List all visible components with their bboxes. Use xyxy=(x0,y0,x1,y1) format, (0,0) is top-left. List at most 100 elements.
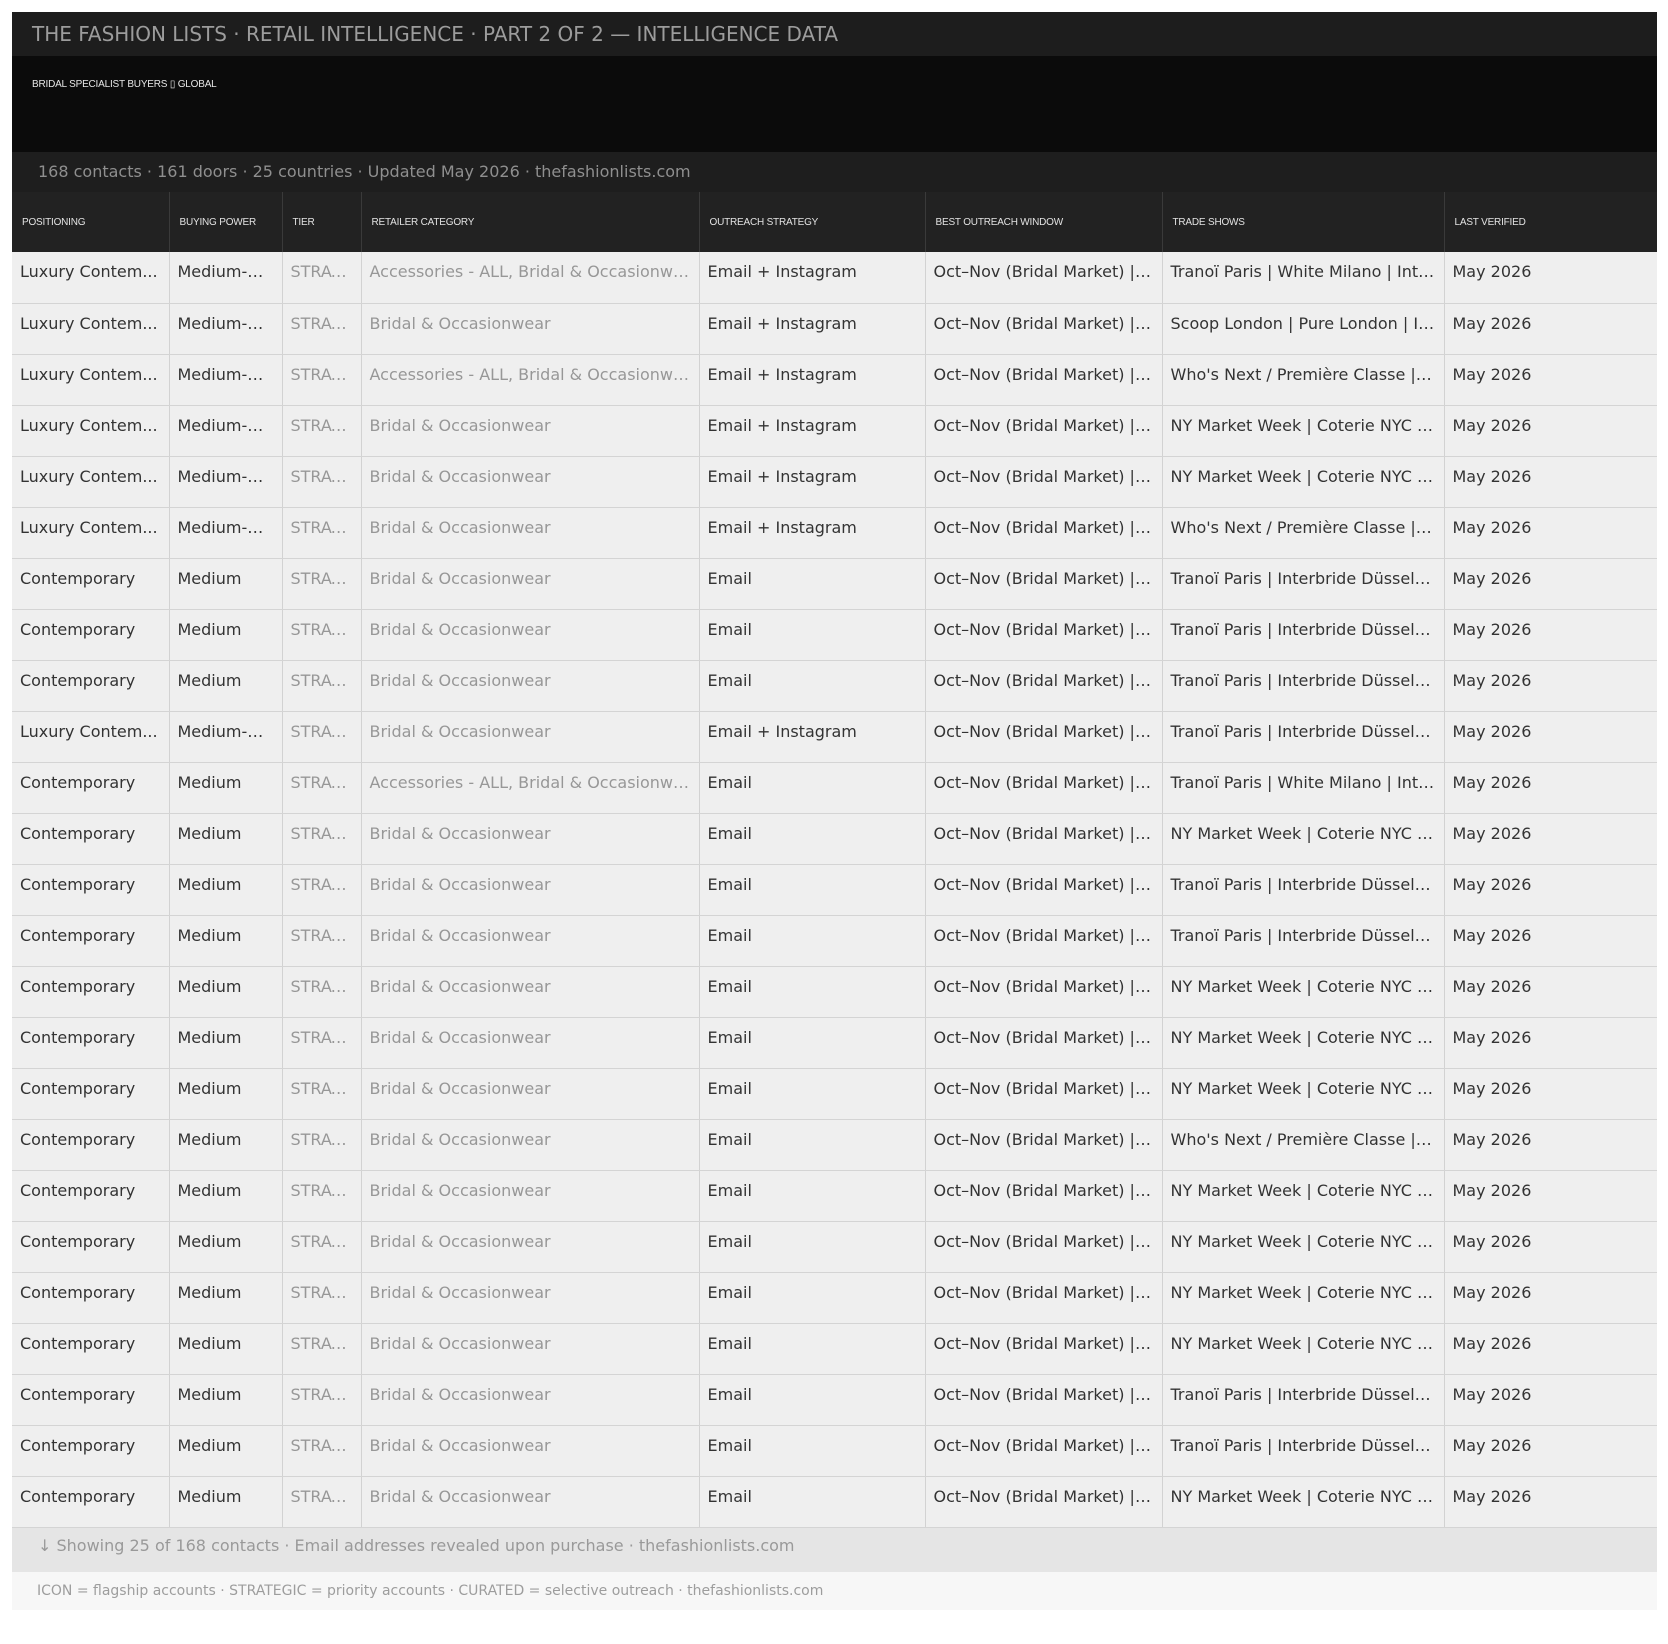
cell-tier: STRAT... xyxy=(282,864,362,916)
cell-tier: STRAT... xyxy=(282,252,362,304)
cell-tier: STRAT... xyxy=(282,609,362,661)
cell-retailer-category: Bridal & Occasionwear xyxy=(361,1425,700,1477)
cell-trade-shows: Tranoï Paris | Interbride Düsseldo... xyxy=(1162,660,1445,712)
cell-positioning: Contemporary xyxy=(12,609,170,661)
cell-best-outreach-window: Oct–Nov (Bridal Market) | A... xyxy=(925,252,1163,304)
column-header-outreach-strategy: OUTREACH STRATEGY xyxy=(699,192,926,252)
cell-trade-shows: Tranoï Paris | Interbride Düsseldo... xyxy=(1162,1374,1445,1426)
cell-tier: STRAT... xyxy=(282,1017,362,1069)
cell-tier: STRAT... xyxy=(282,966,362,1018)
cell-retailer-category: Bridal & Occasionwear xyxy=(361,1272,700,1324)
cell-buying-power: Medium-Hi... xyxy=(169,303,283,355)
cell-tier: STRAT... xyxy=(282,915,362,967)
cell-best-outreach-window: Oct–Nov (Bridal Market) | A... xyxy=(925,864,1163,916)
cell-tier: STRAT... xyxy=(282,1476,362,1528)
cell-buying-power: Medium-Hi... xyxy=(169,405,283,457)
cell-tier: STRAT... xyxy=(282,1272,362,1324)
cell-trade-shows: NY Market Week | Coterie NYC | I... xyxy=(1162,1272,1445,1324)
cell-positioning: Luxury Contem... xyxy=(12,354,170,406)
cell-buying-power: Medium xyxy=(169,558,283,610)
cell-outreach-strategy: Email xyxy=(699,1119,926,1171)
cell-retailer-category: Bridal & Occasionwear xyxy=(361,1323,700,1375)
cell-best-outreach-window: Oct–Nov (Bridal Market) | A... xyxy=(925,558,1163,610)
cell-tier: STRAT... xyxy=(282,507,362,559)
cell-last-verified: May 2026 xyxy=(1444,660,1657,712)
cell-last-verified: May 2026 xyxy=(1444,558,1657,610)
cell-last-verified: May 2026 xyxy=(1444,1476,1657,1528)
cell-best-outreach-window: Oct–Nov (Bridal Market) | A... xyxy=(925,660,1163,712)
cell-tier: STRAT... xyxy=(282,1323,362,1375)
cell-last-verified: May 2026 xyxy=(1444,252,1657,304)
cell-buying-power: Medium-Hi... xyxy=(169,711,283,763)
cell-outreach-strategy: Email xyxy=(699,558,926,610)
cell-trade-shows: Tranoï Paris | Interbride Düsseldo... xyxy=(1162,1425,1445,1477)
cell-retailer-category: Bridal & Occasionwear xyxy=(361,915,700,967)
cell-best-outreach-window: Oct–Nov (Bridal Market) | A... xyxy=(925,915,1163,967)
cell-best-outreach-window: Oct–Nov (Bridal Market) | A... xyxy=(925,1425,1163,1477)
cell-outreach-strategy: Email xyxy=(699,813,926,865)
cell-best-outreach-window: Oct–Nov (Bridal Market) | A... xyxy=(925,1119,1163,1171)
cell-last-verified: May 2026 xyxy=(1444,1374,1657,1426)
cell-outreach-strategy: Email xyxy=(699,1323,926,1375)
cell-positioning: Contemporary xyxy=(12,1374,170,1426)
cell-last-verified: May 2026 xyxy=(1444,1323,1657,1375)
column-header-best-outreach-window: BEST OUTREACH WINDOW xyxy=(925,192,1163,252)
cell-retailer-category: Bridal & Occasionwear xyxy=(361,1221,700,1273)
cell-best-outreach-window: Oct–Nov (Bridal Market) | A... xyxy=(925,1017,1163,1069)
cell-buying-power: Medium xyxy=(169,915,283,967)
cell-buying-power: Medium xyxy=(169,1017,283,1069)
cell-positioning: Contemporary xyxy=(12,1119,170,1171)
cell-trade-shows: Tranoï Paris | White Milano | Inter... xyxy=(1162,252,1445,304)
cell-retailer-category: Bridal & Occasionwear xyxy=(361,1170,700,1222)
cell-trade-shows: NY Market Week | Coterie NYC | I... xyxy=(1162,405,1445,457)
cell-positioning: Contemporary xyxy=(12,762,170,814)
cell-buying-power: Medium xyxy=(169,864,283,916)
cell-last-verified: May 2026 xyxy=(1444,1221,1657,1273)
column-header-tier: TIER xyxy=(282,192,362,252)
table-row: Contemporary Medium STRAT... Bridal & Occas… xyxy=(12,1119,1657,1171)
cell-retailer-category: Bridal & Occasionwear xyxy=(361,813,700,865)
cell-buying-power: Medium xyxy=(169,1119,283,1171)
cell-last-verified: May 2026 xyxy=(1444,1017,1657,1069)
cell-positioning: Luxury Contem... xyxy=(12,252,170,304)
cell-retailer-category: Accessories - ALL, Bridal & Occasionwear… xyxy=(361,354,700,406)
cell-buying-power: Medium xyxy=(169,1476,283,1528)
cell-trade-shows: NY Market Week | Coterie NYC | I... xyxy=(1162,1170,1445,1222)
cell-buying-power: Medium xyxy=(169,1425,283,1477)
cell-retailer-category: Bridal & Occasionwear xyxy=(361,1119,700,1171)
column-header-positioning: POSITIONING xyxy=(12,192,170,252)
cell-positioning: Contemporary xyxy=(12,1272,170,1324)
table-row: Contemporary Medium STRAT... Bridal & Occas… xyxy=(12,609,1657,661)
cell-positioning: Contemporary xyxy=(12,660,170,712)
table-header-row: POSITIONING BUYING POWER TIER RETAILER CATE… xyxy=(12,192,1657,252)
cell-buying-power: Medium-Hi... xyxy=(169,354,283,406)
cell-trade-shows: Tranoï Paris | Interbride Düsseldo... xyxy=(1162,609,1445,661)
cell-last-verified: May 2026 xyxy=(1444,1272,1657,1324)
cell-outreach-strategy: Email xyxy=(699,1425,926,1477)
table-row: Contemporary Medium STRAT... Bridal & Occas… xyxy=(12,1017,1657,1069)
column-header-retailer-category: RETAILER CATEGORY xyxy=(361,192,700,252)
cell-trade-shows: Tranoï Paris | Interbride Düsseldo... xyxy=(1162,711,1445,763)
cell-outreach-strategy: Email xyxy=(699,1068,926,1120)
cell-outreach-strategy: Email + Instagram xyxy=(699,405,926,457)
cell-trade-shows: NY Market Week | Coterie NYC | I... xyxy=(1162,1221,1445,1273)
cell-tier: STRAT... xyxy=(282,1068,362,1120)
cell-tier: STRAT... xyxy=(282,1425,362,1477)
cell-tier: STRAT... xyxy=(282,1374,362,1426)
cell-retailer-category: Accessories - ALL, Bridal & Occasionwear… xyxy=(361,762,700,814)
table-row: Contemporary Medium STRAT... Bridal & Occas… xyxy=(12,1374,1657,1426)
banner-subtitle: BRIDAL SPECIALIST BUYERS ▯ GLOBAL xyxy=(32,79,217,90)
table-row: Luxury Contem... Medium-Hi... STRAT... Brid… xyxy=(12,405,1657,457)
cell-last-verified: May 2026 xyxy=(1444,966,1657,1018)
tier-legend: ICON = flagship accounts · STRATEGIC = p… xyxy=(12,1571,1657,1610)
cell-last-verified: May 2026 xyxy=(1444,456,1657,508)
cell-outreach-strategy: Email xyxy=(699,1221,926,1273)
cell-last-verified: May 2026 xyxy=(1444,354,1657,406)
cell-trade-shows: NY Market Week | Coterie NYC | I... xyxy=(1162,1017,1445,1069)
table-row: Contemporary Medium STRAT... Bridal & Occas… xyxy=(12,864,1657,916)
cell-buying-power: Medium xyxy=(169,660,283,712)
table-row: Contemporary Medium STRAT... Accessories - … xyxy=(12,762,1657,814)
cell-best-outreach-window: Oct–Nov (Bridal Market) | A... xyxy=(925,1323,1163,1375)
cell-positioning: Contemporary xyxy=(12,1017,170,1069)
cell-best-outreach-window: Oct–Nov (Bridal Market) | A... xyxy=(925,1068,1163,1120)
